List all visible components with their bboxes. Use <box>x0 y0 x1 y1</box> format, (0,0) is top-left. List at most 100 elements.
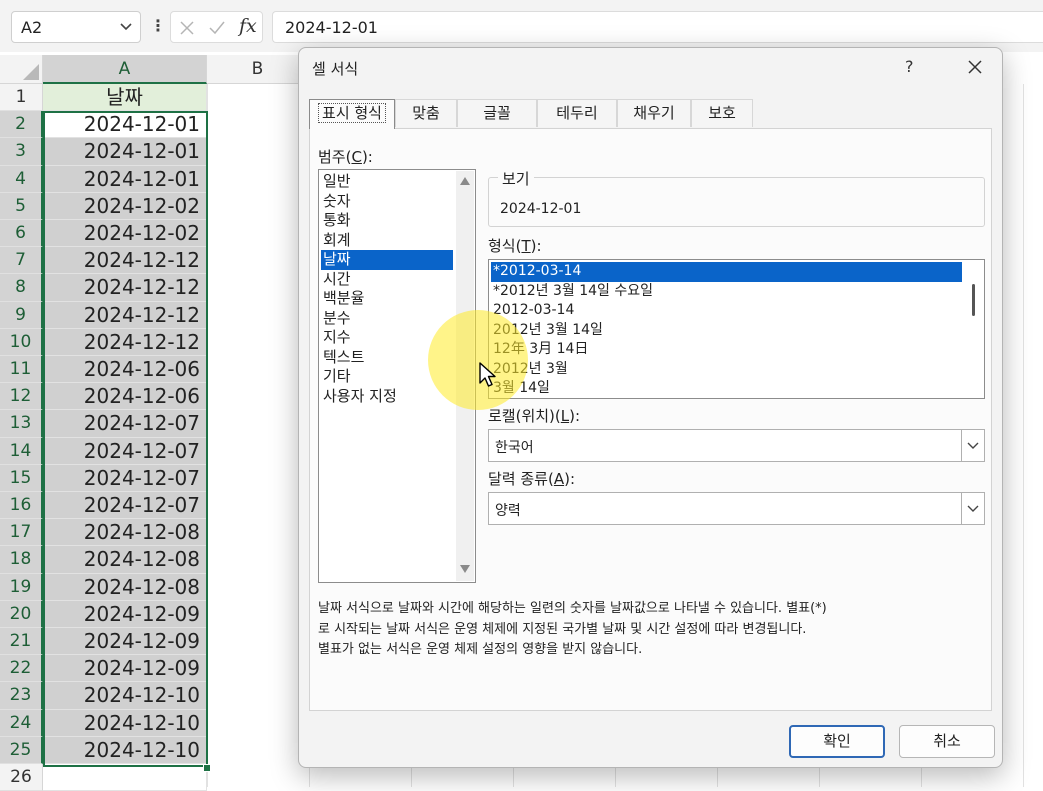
date-cell[interactable]: 2024-12-08 <box>43 519 207 547</box>
row-header[interactable]: 25 <box>0 736 43 764</box>
row-header[interactable]: 20 <box>0 600 43 628</box>
category-item[interactable]: 사용자 지정 <box>321 387 453 407</box>
type-scrollbar[interactable] <box>965 261 983 397</box>
column-header-b[interactable]: B <box>207 55 309 84</box>
date-cell[interactable]: 2024-12-06 <box>43 383 207 411</box>
date-cell[interactable]: 2024-12-09 <box>43 600 207 628</box>
date-cell[interactable]: 2024-12-08 <box>43 546 207 574</box>
chevron-down-icon[interactable] <box>118 18 134 36</box>
date-cell[interactable]: 2024-12-10 <box>43 736 207 764</box>
category-item[interactable]: 백분율 <box>321 289 453 309</box>
row-header[interactable]: 18 <box>0 546 43 574</box>
row-header[interactable]: 13 <box>0 410 43 438</box>
calendar-dropdown[interactable]: 양력 <box>488 492 985 525</box>
type-item[interactable]: *2012년 3월 14일 수요일 <box>491 282 962 302</box>
category-item[interactable]: 텍스트 <box>321 348 453 368</box>
tab-alignment[interactable]: 맞춤 <box>395 99 457 127</box>
scrollbar-thumb[interactable] <box>972 284 975 316</box>
type-item[interactable]: 2012-03-14 <box>491 301 962 321</box>
category-item[interactable]: 분수 <box>321 309 453 329</box>
category-item[interactable]: 일반 <box>321 172 453 192</box>
row-header[interactable]: 3 <box>0 138 43 166</box>
insert-function-icon[interactable]: fx <box>239 15 257 37</box>
row-header[interactable]: 23 <box>0 682 43 710</box>
tab-protection[interactable]: 보호 <box>691 99 753 127</box>
category-item[interactable]: 회계 <box>321 231 453 251</box>
type-list[interactable]: *2012-03-14 *2012년 3월 14일 수요일 2012-03-14 20… <box>488 259 985 399</box>
row-header[interactable]: 4 <box>0 165 43 193</box>
scroll-down-icon[interactable] <box>460 565 470 573</box>
date-cell[interactable]: 2024-12-10 <box>43 682 207 710</box>
date-cell[interactable]: 2024-12-12 <box>43 247 207 275</box>
row-header[interactable]: 5 <box>0 192 43 220</box>
category-item[interactable]: 통화 <box>321 211 453 231</box>
row-header[interactable]: 17 <box>0 519 43 547</box>
tab-fill[interactable]: 채우기 <box>617 99 691 127</box>
date-cell[interactable]: 2024-12-09 <box>43 655 207 683</box>
row-header[interactable]: 24 <box>0 709 43 737</box>
tab-font[interactable]: 글꼴 <box>457 99 537 127</box>
date-cell[interactable]: 2024-12-10 <box>43 709 207 737</box>
row-header[interactable]: 9 <box>0 301 43 329</box>
category-item[interactable]: 지수 <box>321 328 453 348</box>
more-options-icon[interactable]: ⋮ <box>150 16 166 35</box>
date-cell[interactable]: 2024-12-12 <box>43 301 207 329</box>
row-header[interactable]: 14 <box>0 437 43 465</box>
date-cell[interactable]: 2024-12-02 <box>43 192 207 220</box>
scroll-up-icon[interactable] <box>460 177 470 185</box>
date-cell[interactable]: 2024-12-08 <box>43 573 207 601</box>
row-header[interactable]: 22 <box>0 655 43 683</box>
type-item[interactable]: 2012년 3월 14일 <box>491 321 962 341</box>
category-item[interactable]: 기타 <box>321 367 453 387</box>
row-header[interactable]: 7 <box>0 247 43 275</box>
ok-button[interactable]: 확인 <box>789 725 885 758</box>
active-cell[interactable]: 2024-12-01 <box>43 111 207 139</box>
date-cell[interactable]: 2024-12-01 <box>43 165 207 193</box>
date-cell[interactable]: 2024-12-07 <box>43 464 207 492</box>
cancel-button[interactable]: 취소 <box>899 725 995 758</box>
column-header-a[interactable]: A <box>43 55 207 84</box>
row-header[interactable]: 2 <box>0 111 43 139</box>
cancel-entry-icon[interactable] <box>177 18 197 38</box>
category-list[interactable]: 일반 숫자 통화 회계 날짜 시간 백분율 분수 지수 텍스트 기타 사용자 지정 <box>318 169 476 583</box>
date-cell[interactable]: 2024-12-06 <box>43 356 207 384</box>
date-cell[interactable]: 2024-12-02 <box>43 220 207 248</box>
header-cell[interactable]: 날짜 <box>43 84 207 112</box>
type-item[interactable]: 12年 3月 14日 <box>491 340 962 360</box>
row-header[interactable]: 15 <box>0 464 43 492</box>
tab-number[interactable]: 표시 형식 <box>309 99 395 129</box>
row-header[interactable]: 12 <box>0 383 43 411</box>
category-item[interactable]: 날짜 <box>321 250 453 270</box>
chevron-down-icon[interactable] <box>961 430 984 461</box>
row-header[interactable]: 11 <box>0 356 43 384</box>
category-scrollbar[interactable] <box>456 171 474 581</box>
row-header[interactable]: 10 <box>0 328 43 356</box>
name-box[interactable]: A2 <box>11 11 141 43</box>
category-item[interactable]: 숫자 <box>321 192 453 212</box>
chevron-down-icon[interactable] <box>961 493 984 524</box>
fill-handle[interactable] <box>203 764 211 772</box>
formula-input[interactable]: 2024-12-01 <box>272 11 1043 43</box>
type-item[interactable]: 2012년 3월 <box>491 360 962 380</box>
close-icon[interactable] <box>957 52 993 82</box>
category-item[interactable]: 시간 <box>321 270 453 290</box>
confirm-entry-icon[interactable] <box>207 18 227 38</box>
date-cell[interactable]: 2024-12-07 <box>43 410 207 438</box>
date-cell[interactable]: 2024-12-07 <box>43 437 207 465</box>
date-cell[interactable]: 2024-12-01 <box>43 138 207 166</box>
date-cell[interactable]: 2024-12-12 <box>43 328 207 356</box>
row-header[interactable]: 8 <box>0 274 43 302</box>
type-item[interactable]: *2012-03-14 <box>491 262 962 282</box>
date-cell[interactable]: 2024-12-09 <box>43 628 207 656</box>
row-header[interactable]: 6 <box>0 220 43 248</box>
tab-border[interactable]: 테두리 <box>537 99 617 127</box>
locale-dropdown[interactable]: 한국어 <box>488 429 985 462</box>
row-header[interactable]: 1 <box>0 84 43 112</box>
help-button[interactable]: ? <box>905 57 914 76</box>
date-cell[interactable]: 2024-12-07 <box>43 492 207 520</box>
row-header[interactable]: 21 <box>0 628 43 656</box>
type-item[interactable]: 3월 14일 <box>491 379 962 398</box>
row-header[interactable]: 19 <box>0 573 43 601</box>
row-header[interactable]: 16 <box>0 492 43 520</box>
select-all-corner[interactable] <box>0 55 43 84</box>
